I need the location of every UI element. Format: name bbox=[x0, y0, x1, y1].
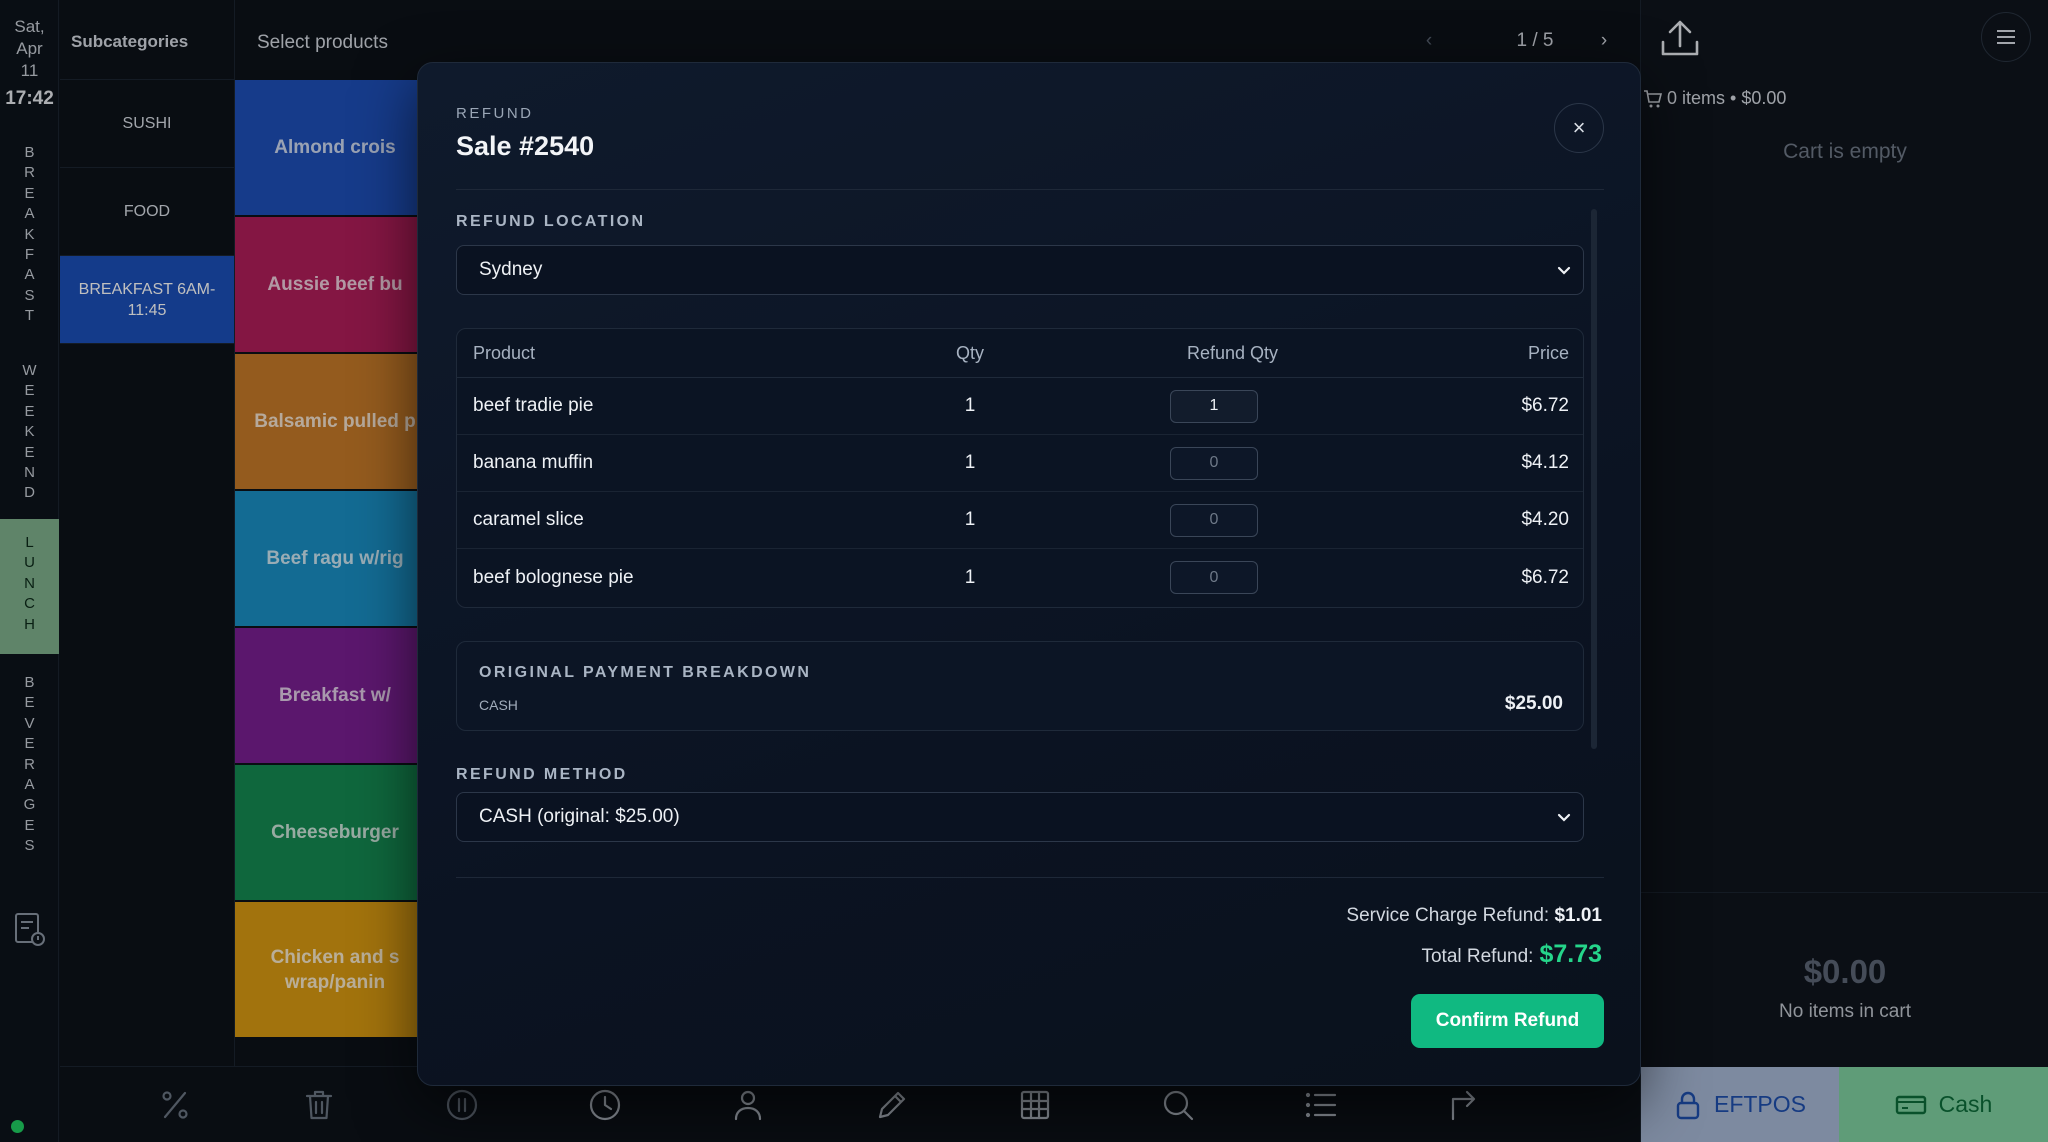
refund-qty-input[interactable]: 0 bbox=[1170, 503, 1258, 537]
row-price: $4.20 bbox=[1521, 509, 1569, 530]
refund-qty-cell: 0 bbox=[1170, 492, 1258, 548]
row-price: $6.72 bbox=[1521, 395, 1569, 416]
original-payment-title: ORIGINAL PAYMENT BREAKDOWN bbox=[479, 664, 812, 681]
modal-kicker: REFUND bbox=[456, 105, 534, 122]
pos-app: Sat, Apr 11 17:42 BREAKFAST WEEKEND LUNCH … bbox=[0, 0, 2048, 1142]
chevron-down-icon bbox=[1557, 266, 1571, 275]
table-row: beef bolognese pie 1 0 $6.72 bbox=[457, 549, 1583, 606]
service-charge-refund: Service Charge Refund: $1.01 bbox=[1346, 905, 1602, 927]
header-price: Price bbox=[1527, 342, 1569, 363]
table-row: beef tradie pie 1 1 $6.72 bbox=[457, 378, 1583, 435]
row-qty: 1 bbox=[964, 452, 976, 473]
refund-method-label: REFUND METHOD bbox=[456, 766, 628, 783]
table-row: banana muffin 1 0 $4.12 bbox=[457, 435, 1583, 492]
header-qty: Qty bbox=[955, 342, 984, 363]
row-qty: 1 bbox=[964, 395, 976, 416]
refund-qty-input[interactable]: 0 bbox=[1170, 446, 1258, 480]
table-header: Product Qty Refund Qty Price bbox=[457, 329, 1583, 378]
original-payment-amount: $25.00 bbox=[1504, 693, 1563, 714]
header-divider bbox=[456, 189, 1604, 190]
row-product: beef tradie pie bbox=[473, 395, 594, 416]
row-price: $4.12 bbox=[1521, 452, 1569, 473]
row-product: banana muffin bbox=[473, 452, 594, 473]
refund-location-value: Sydney bbox=[479, 259, 543, 280]
row-price: $6.72 bbox=[1521, 566, 1569, 588]
refund-location-select[interactable]: Sydney bbox=[456, 245, 1584, 295]
row-product: caramel slice bbox=[473, 509, 584, 530]
refund-qty-cell: 0 bbox=[1170, 435, 1258, 491]
refund-modal: REFUND Sale #2540 × REFUND LOCATION Sydn… bbox=[417, 62, 1641, 1086]
refund-qty-cell: 1 bbox=[1170, 378, 1258, 434]
header-product: Product bbox=[473, 342, 536, 363]
service-charge-value: $1.01 bbox=[1554, 905, 1602, 926]
chevron-down-icon bbox=[1557, 813, 1571, 822]
modal-scrollbar[interactable] bbox=[1591, 209, 1597, 749]
close-button[interactable]: × bbox=[1554, 103, 1604, 153]
header-refund-qty: Refund Qty bbox=[1187, 342, 1279, 363]
row-qty: 1 bbox=[964, 509, 976, 530]
refund-qty-input[interactable]: 1 bbox=[1170, 389, 1258, 423]
refund-items-table: Product Qty Refund Qty Price beef tradie… bbox=[456, 328, 1584, 608]
refund-location-label: REFUND LOCATION bbox=[456, 213, 646, 230]
row-qty: 1 bbox=[964, 566, 976, 588]
total-refund-label: Total Refund: bbox=[1421, 946, 1534, 967]
table-row: caramel slice 1 0 $4.20 bbox=[457, 492, 1583, 549]
modal-title: Sale #2540 bbox=[456, 131, 595, 161]
refund-method-value: CASH (original: $25.00) bbox=[479, 806, 680, 827]
original-payment-box: ORIGINAL PAYMENT BREAKDOWN CASH $25.00 bbox=[456, 641, 1584, 731]
total-refund-value: $7.73 bbox=[1539, 940, 1602, 968]
refund-method-select[interactable]: CASH (original: $25.00) bbox=[456, 792, 1584, 842]
original-payment-method: CASH bbox=[479, 697, 518, 713]
confirm-refund-button[interactable]: Confirm Refund bbox=[1411, 994, 1604, 1048]
refund-qty-input[interactable]: 0 bbox=[1170, 561, 1258, 594]
service-charge-label: Service Charge Refund: bbox=[1346, 905, 1550, 926]
footer-divider bbox=[456, 877, 1604, 878]
row-product: beef bolognese pie bbox=[473, 566, 634, 588]
total-refund: Total Refund: $7.73 bbox=[1421, 940, 1602, 969]
refund-qty-cell: 0 bbox=[1170, 549, 1258, 606]
